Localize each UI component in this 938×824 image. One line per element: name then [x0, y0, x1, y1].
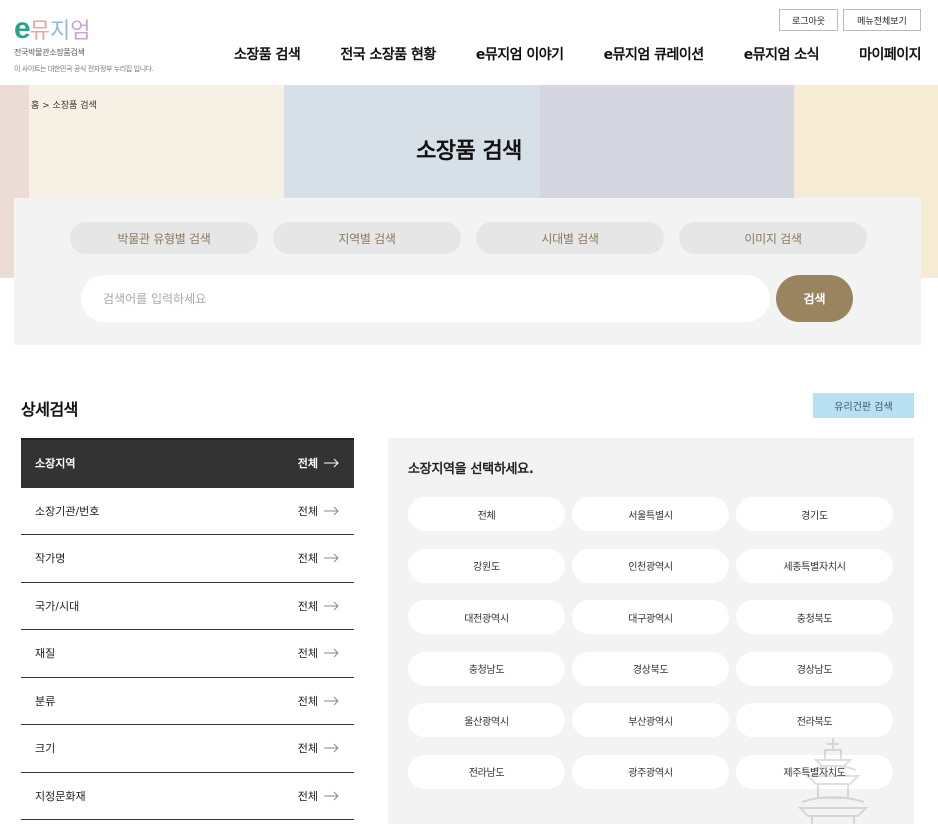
filter-label: 재질	[35, 647, 56, 661]
region-option[interactable]: 세종특별자치시	[736, 548, 893, 583]
filter-value-group: 전체	[298, 550, 340, 566]
nav-item-story[interactable]: e뮤지엄 이야기	[476, 44, 564, 64]
region-option[interactable]: 경상남도	[736, 651, 893, 686]
arrow-right-icon	[324, 648, 339, 658]
nav-item-collection-search[interactable]: 소장품 검색	[234, 44, 301, 64]
filter-value: 전체	[297, 552, 318, 566]
nav-item-news[interactable]: e뮤지엄 소식	[744, 44, 820, 64]
tab-era[interactable]: 시대별 검색	[476, 222, 664, 254]
filter-value-group: 전체	[298, 598, 340, 614]
logo-letter: 뮤	[29, 18, 50, 43]
filter-item-material[interactable]: 재질 전체	[21, 630, 354, 678]
filter-item-designated-heritage[interactable]: 지정문화재 전체	[21, 773, 354, 820]
region-option[interactable]: 인천광역시	[572, 548, 729, 583]
arrow-right-icon	[324, 791, 339, 801]
logo-mark: e 뮤지엄	[14, 14, 204, 44]
region-option[interactable]: 대구광역시	[572, 600, 729, 635]
region-option[interactable]: 울산광역시	[408, 703, 565, 738]
glass-plate-search-button[interactable]: 유리건판 검색	[813, 393, 914, 418]
filter-label: 지정문화재	[35, 789, 86, 803]
region-option[interactable]: 경상북도	[572, 651, 729, 686]
region-option[interactable]: 부산광역시	[572, 703, 729, 738]
search-panel: 박물관 유형별 검색 지역별 검색 시대별 검색 이미지 검색 검색	[14, 198, 921, 345]
logout-button[interactable]: 로그아웃	[779, 9, 838, 31]
region-option[interactable]: 전라북도	[736, 703, 893, 738]
filter-value-group: 전체	[298, 693, 340, 709]
filter-item-size[interactable]: 크기 전체	[21, 725, 354, 773]
filter-item-institution[interactable]: 소장기관/번호 전체	[21, 488, 354, 535]
arrow-right-icon	[324, 743, 339, 753]
region-option[interactable]: 광주광역시	[572, 754, 729, 789]
filter-value-group: 전체	[298, 503, 340, 519]
tab-museum-type[interactable]: 박물관 유형별 검색	[70, 222, 258, 254]
filter-item-country-era[interactable]: 국가/시대 전체	[21, 583, 354, 630]
logo-word: 뮤지엄	[30, 20, 91, 42]
filter-value-group: 전체	[298, 788, 340, 804]
arrow-right-icon	[324, 553, 339, 563]
filter-item-artist[interactable]: 작가명 전체	[21, 535, 354, 583]
breadcrumb[interactable]: 홈 > 소장품 검색	[31, 98, 97, 111]
region-option[interactable]: 충청북도	[736, 600, 893, 635]
nav-item-mypage[interactable]: 마이페이지	[859, 44, 921, 64]
region-option[interactable]: 경기도	[736, 497, 893, 531]
filter-item-region[interactable]: 소장지역 전체	[21, 440, 354, 488]
page-title: 소장품 검색	[416, 139, 522, 164]
filter-label: 크기	[35, 742, 56, 756]
region-option[interactable]: 대전광역시	[408, 600, 565, 635]
all-menu-button[interactable]: 메뉴전체보기	[843, 9, 921, 31]
filter-value: 전체	[297, 789, 318, 803]
filter-value: 전체	[297, 599, 318, 613]
filter-label: 분류	[35, 694, 56, 708]
filter-label: 소장기관/번호	[35, 504, 100, 518]
tab-image[interactable]: 이미지 검색	[679, 222, 867, 254]
filter-value: 전체	[297, 647, 318, 661]
logo-letter: 엄	[70, 18, 91, 43]
detail-search-title: 상세검색	[21, 400, 78, 419]
utility-menu: 로그아웃 메뉴전체보기	[779, 9, 921, 31]
logo-e: e	[14, 12, 31, 45]
filter-list: 소장지역 전체 소장기관/번호 전체 작가명 전체 국가/시대 전체 재질 전체	[21, 438, 354, 820]
gov-notice: 이 사이트는 대한민국 공식 전자정부 누리집 입니다.	[14, 65, 154, 73]
arrow-right-icon	[324, 601, 339, 611]
site-logo[interactable]: e 뮤지엄 전국박물관소장품검색 이 사이트는 대한민국 공식 전자정부 누리집…	[14, 14, 204, 74]
main-nav: 소장품 검색 전국 소장품 현황 e뮤지엄 이야기 e뮤지엄 큐레이션 e뮤지엄…	[234, 44, 921, 64]
filter-label: 작가명	[35, 552, 66, 566]
pagoda-icon	[798, 738, 868, 824]
filter-label: 국가/시대	[35, 599, 80, 613]
search-button[interactable]: 검색	[776, 275, 853, 322]
filter-item-category[interactable]: 분류 전체	[21, 678, 354, 725]
filter-value-group: 전체	[298, 645, 340, 661]
nav-item-curation[interactable]: e뮤지엄 큐레이션	[604, 44, 705, 64]
region-select-panel: 소장지역을 선택하세요. 전체 서울특별시 경기도 강원도 인천광역시 세종특별…	[388, 438, 914, 824]
arrow-right-icon	[324, 696, 339, 706]
region-option[interactable]: 서울특별시	[572, 497, 729, 531]
region-option[interactable]: 강원도	[408, 548, 565, 583]
filter-value: 전체	[297, 457, 318, 471]
filter-value: 전체	[297, 694, 318, 708]
region-prompt: 소장지역을 선택하세요.	[408, 462, 534, 477]
logo-letter: 지	[49, 18, 71, 43]
filter-value-group: 전체	[298, 740, 340, 756]
region-option[interactable]: 전체	[408, 497, 565, 531]
region-option[interactable]: 충청남도	[408, 651, 565, 686]
logo-subtitle: 전국박물관소장품검색	[14, 48, 85, 57]
filter-value: 전체	[297, 742, 318, 756]
arrow-right-icon	[324, 458, 339, 468]
search-input[interactable]	[81, 275, 770, 322]
filter-value-group: 전체	[298, 455, 340, 471]
arrow-right-icon	[324, 506, 339, 516]
filter-label: 소장지역	[35, 457, 76, 471]
nav-item-national-status[interactable]: 전국 소장품 현황	[340, 44, 436, 64]
filter-value: 전체	[297, 504, 318, 518]
search-type-tabs: 박물관 유형별 검색 지역별 검색 시대별 검색 이미지 검색	[70, 222, 867, 254]
region-option[interactable]: 전라남도	[408, 754, 565, 789]
tab-region[interactable]: 지역별 검색	[273, 222, 461, 254]
